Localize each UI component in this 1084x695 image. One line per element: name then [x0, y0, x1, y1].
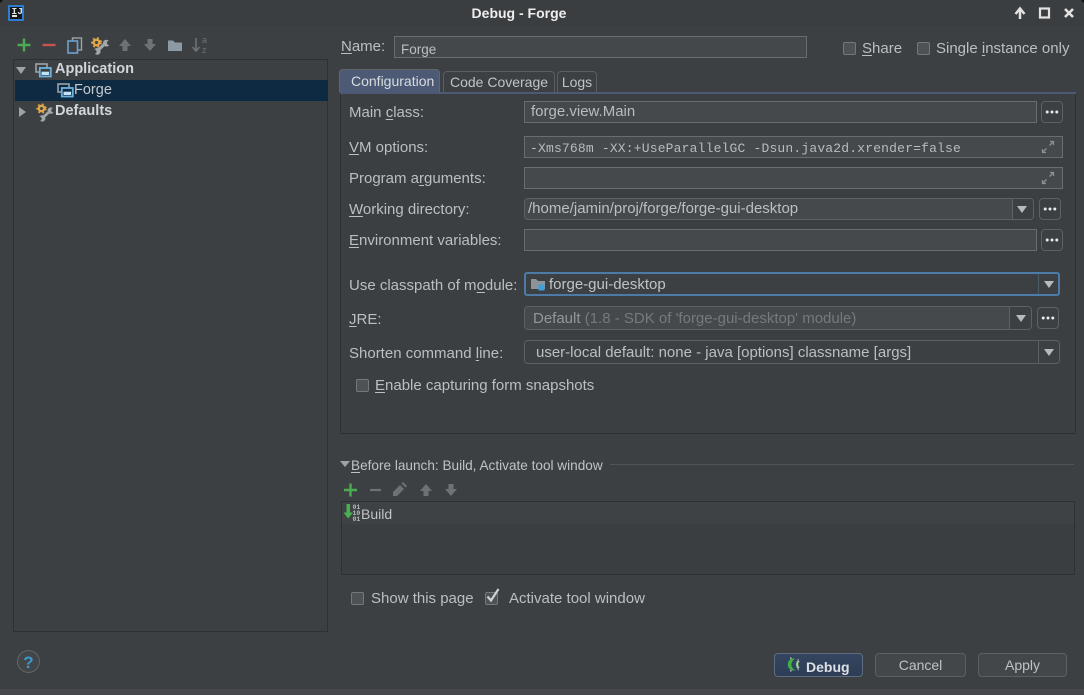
svg-text:01: 01	[353, 516, 361, 521]
svg-text:a: a	[202, 35, 207, 45]
svg-text:z: z	[202, 45, 207, 55]
